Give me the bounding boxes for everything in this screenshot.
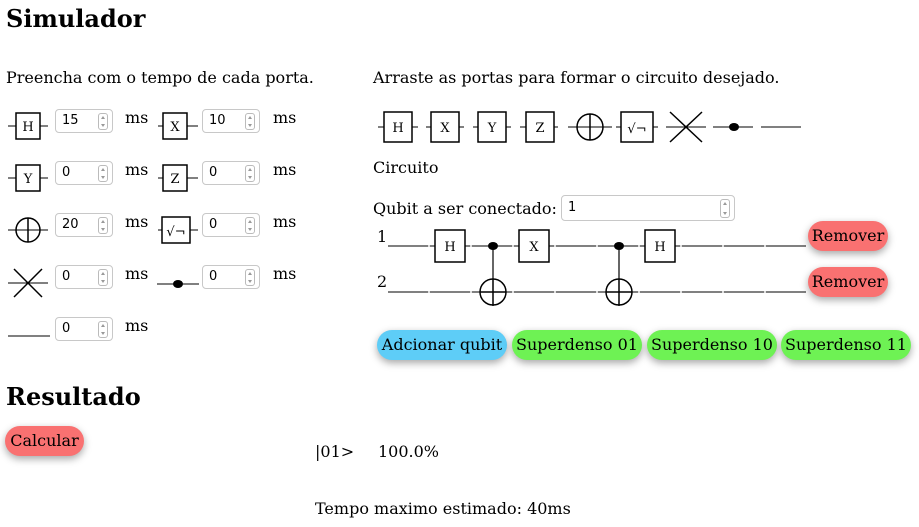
swap-icon bbox=[8, 268, 48, 298]
unit-label: ms bbox=[125, 108, 149, 127]
circuit-x-gate[interactable]: X bbox=[518, 229, 550, 263]
unit-label: ms bbox=[273, 160, 297, 179]
calculate-button[interactable]: Calcular bbox=[5, 426, 84, 456]
unit-label: ms bbox=[125, 160, 149, 179]
h-gate-icon: H bbox=[8, 112, 48, 140]
spin-arrows-icon[interactable] bbox=[245, 165, 255, 182]
spin-arrows-icon[interactable] bbox=[98, 113, 108, 130]
control-dot-icon bbox=[157, 280, 199, 288]
palette-x-gate[interactable]: X bbox=[426, 111, 464, 143]
unit-label: ms bbox=[125, 316, 149, 335]
add-qubit-button[interactable]: Adcionar qubit bbox=[377, 330, 507, 360]
result-title: Resultado bbox=[6, 382, 141, 411]
cnot-target-icon bbox=[8, 217, 48, 243]
superdense-11-button[interactable]: Superdenso 11 bbox=[781, 330, 911, 360]
circuit-cnot[interactable] bbox=[605, 242, 633, 306]
y-time-input[interactable]: 0 bbox=[55, 161, 113, 185]
qubit-connect-input[interactable]: 1 bbox=[561, 195, 735, 221]
gate-palette: H X Y Z √¬ bbox=[378, 111, 801, 143]
h-time-input[interactable]: 15 bbox=[55, 109, 113, 133]
spin-arrows-icon[interactable] bbox=[98, 217, 108, 234]
qubit-connect-label: Qubit a ser conectado: bbox=[373, 199, 557, 218]
circuit-label: Circuito bbox=[373, 158, 439, 177]
result-state: |01> bbox=[315, 442, 355, 461]
cnot-time-input[interactable]: 20 bbox=[55, 213, 113, 237]
palette-h-gate[interactable]: H bbox=[378, 111, 418, 143]
circuit-h-gate[interactable]: H bbox=[644, 229, 676, 263]
unit-label: ms bbox=[273, 264, 297, 283]
z-time-input[interactable]: 0 bbox=[202, 161, 260, 185]
svg-text:Z: Z bbox=[170, 172, 179, 187]
wire-time-input[interactable]: 0 bbox=[55, 317, 113, 341]
svg-text:H: H bbox=[392, 121, 403, 136]
palette-z-gate[interactable]: Z bbox=[520, 111, 558, 143]
spin-arrows-icon[interactable] bbox=[98, 165, 108, 182]
palette-swap[interactable] bbox=[666, 111, 706, 143]
palette-instruction: Arraste as portas para formar o circuito… bbox=[373, 68, 780, 87]
spin-arrows-icon[interactable] bbox=[245, 269, 255, 286]
spin-arrows-icon[interactable] bbox=[245, 113, 255, 130]
sqrt-gate-icon: √¬ bbox=[158, 216, 198, 244]
circuit-diagram: H X H bbox=[388, 229, 806, 306]
circuit-h-gate[interactable]: H bbox=[434, 229, 466, 263]
palette-control-dot[interactable] bbox=[713, 123, 753, 131]
remove-qubit-1-button[interactable]: Remover bbox=[808, 221, 888, 251]
wire-icon bbox=[8, 335, 50, 337]
palette-y-gate[interactable]: Y bbox=[473, 111, 511, 143]
svg-text:√¬: √¬ bbox=[627, 122, 646, 137]
z-gate-icon: Z bbox=[158, 164, 198, 192]
page-title: Simulador bbox=[6, 4, 146, 33]
svg-text:Y: Y bbox=[487, 121, 497, 136]
palette-cnot-target[interactable] bbox=[568, 113, 612, 141]
spin-arrows-icon[interactable] bbox=[720, 199, 730, 218]
svg-text:H: H bbox=[654, 240, 665, 255]
control-time-input[interactable]: 0 bbox=[202, 265, 260, 289]
result-probability: 100.0% bbox=[378, 442, 440, 461]
svg-text:H: H bbox=[444, 240, 455, 255]
remove-qubit-2-button[interactable]: Remover bbox=[808, 267, 888, 297]
superdense-10-button[interactable]: Superdenso 10 bbox=[647, 330, 777, 360]
superdense-01-button[interactable]: Superdenso 01 bbox=[512, 330, 642, 360]
palette-sqrt-gate[interactable]: √¬ bbox=[616, 111, 658, 143]
svg-text:Y: Y bbox=[23, 172, 33, 187]
spin-arrows-icon[interactable] bbox=[98, 269, 108, 286]
swap-time-input[interactable]: 0 bbox=[55, 265, 113, 289]
svg-text:X: X bbox=[170, 120, 180, 135]
unit-label: ms bbox=[125, 212, 149, 231]
unit-label: ms bbox=[273, 212, 297, 231]
circuit-cnot[interactable] bbox=[479, 242, 507, 306]
svg-text:√¬: √¬ bbox=[166, 225, 185, 240]
svg-text:X: X bbox=[529, 240, 539, 255]
spin-arrows-icon[interactable] bbox=[98, 321, 108, 338]
result-time: Tempo maximo estimado: 40ms bbox=[315, 499, 571, 518]
x-time-input[interactable]: 10 bbox=[202, 109, 260, 133]
svg-text:X: X bbox=[440, 121, 450, 136]
timing-instruction: Preencha com o tempo de cada porta. bbox=[6, 68, 314, 87]
x-gate-icon: X bbox=[158, 112, 198, 140]
unit-label: ms bbox=[125, 264, 149, 283]
svg-text:Z: Z bbox=[535, 121, 544, 136]
spin-arrows-icon[interactable] bbox=[245, 217, 255, 234]
unit-label: ms bbox=[273, 108, 297, 127]
sqrt-time-input[interactable]: 0 bbox=[202, 213, 260, 237]
svg-text:H: H bbox=[22, 120, 33, 135]
y-gate-icon: Y bbox=[8, 164, 48, 192]
